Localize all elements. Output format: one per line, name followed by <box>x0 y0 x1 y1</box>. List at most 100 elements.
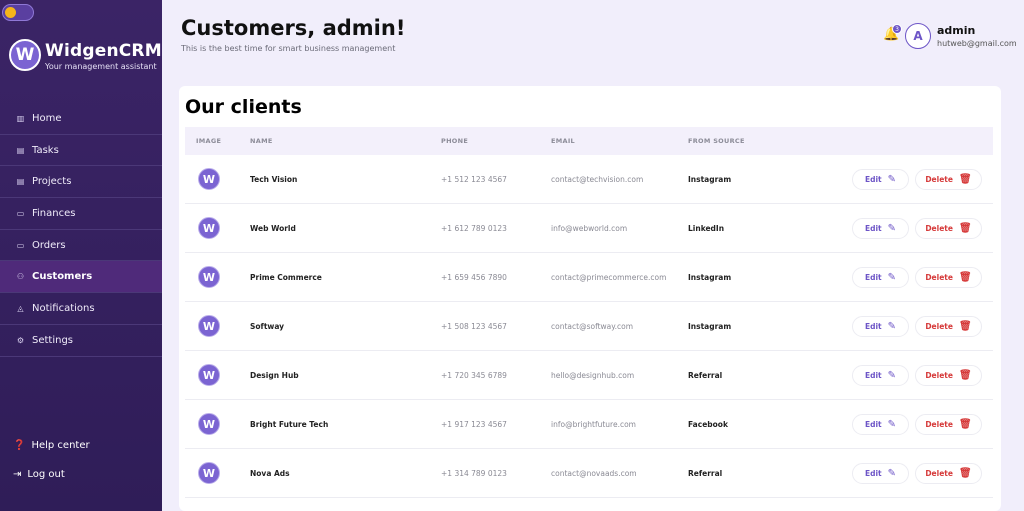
delete-label: Delete <box>925 175 953 184</box>
logo-icon: W <box>9 39 41 71</box>
delete-label: Delete <box>925 322 953 331</box>
client-name: Nova Ads <box>250 469 290 478</box>
client-source: Instagram <box>688 175 732 184</box>
sidebar-item-home[interactable]: ▥ Home <box>0 103 162 135</box>
trash-icon: 🗑 <box>958 370 972 381</box>
sidebar-item-orders[interactable]: ▭ Orders <box>0 230 162 262</box>
sidebar-item-tasks[interactable]: ▤ Tasks <box>0 135 162 167</box>
client-phone: +1 720 345 6789 <box>441 371 507 380</box>
column-header-source: FROM SOURCE <box>688 137 745 145</box>
sun-icon <box>5 7 16 18</box>
client-logo-icon: W <box>198 217 220 239</box>
edit-icon: ✎ <box>887 370 897 381</box>
edit-label: Edit <box>864 224 882 233</box>
client-name: Prime Commerce <box>250 273 322 282</box>
sidebar-item-label: Home <box>32 112 62 124</box>
sidebar-item-projects[interactable]: ▤ Projects <box>0 166 162 199</box>
theme-toggle[interactable] <box>2 4 34 21</box>
client-source: LinkedIn <box>688 224 725 233</box>
delete-button[interactable]: Delete 🗑 <box>915 218 982 239</box>
delete-label: Delete <box>925 371 953 380</box>
client-phone: +1 659 456 7890 <box>441 273 507 282</box>
client-source: Instagram <box>688 273 732 282</box>
clients-table-body: W Tech Vision +1 512 123 4567 contact@te… <box>185 155 993 498</box>
client-source: Facebook <box>688 420 728 429</box>
column-header-phone: PHONE <box>441 137 469 145</box>
logout-icon: ⇥ <box>13 469 22 480</box>
delete-button[interactable]: Delete 🗑 <box>915 169 982 190</box>
edit-label: Edit <box>864 322 882 331</box>
table-row: W Web World +1 612 789 0123 info@webworl… <box>185 204 993 253</box>
edit-icon: ✎ <box>887 419 897 430</box>
client-name: Bright Future Tech <box>250 420 329 429</box>
table-row: W Nova Ads +1 314 789 0123 contact@novaa… <box>185 449 993 498</box>
sidebar: W WidgenCRM Your management assistant ▥ … <box>0 0 162 511</box>
edit-button[interactable]: Edit ✎ <box>852 463 909 484</box>
column-header-image: IMAGE <box>196 137 222 145</box>
edit-icon: ✎ <box>887 468 897 479</box>
client-name: Design Hub <box>250 371 299 380</box>
sidebar-item-settings[interactable]: ⚙ Settings <box>0 325 162 357</box>
client-logo-icon: W <box>198 462 220 484</box>
edit-label: Edit <box>864 273 882 282</box>
user-email: hutweb@gmail.com <box>937 39 1017 48</box>
sidebar-item-label: Finances <box>32 207 76 219</box>
client-name: Tech Vision <box>250 175 298 184</box>
clients-title: Our clients <box>185 96 302 118</box>
edit-button[interactable]: Edit ✎ <box>852 218 909 239</box>
edit-button[interactable]: Edit ✎ <box>852 414 909 435</box>
logout-link[interactable]: ⇥ Log out <box>13 469 65 480</box>
client-phone: +1 917 123 4567 <box>441 420 507 429</box>
delete-button[interactable]: Delete 🗑 <box>915 414 982 435</box>
edit-icon: ✎ <box>887 321 897 332</box>
edit-button[interactable]: Edit ✎ <box>852 316 909 337</box>
projects-icon: ▤ <box>16 177 25 187</box>
sidebar-item-label: Customers <box>32 271 93 283</box>
trash-icon: 🗑 <box>958 272 972 283</box>
table-row: W Softway +1 508 123 4567 contact@softwa… <box>185 302 993 351</box>
client-source: Referral <box>688 371 723 380</box>
user-name: admin <box>937 24 976 37</box>
delete-button[interactable]: Delete 🗑 <box>915 267 982 288</box>
delete-button[interactable]: Delete 🗑 <box>915 365 982 386</box>
help-center-link[interactable]: ❓ Help center <box>13 440 90 451</box>
edit-button[interactable]: Edit ✎ <box>852 169 909 190</box>
table-row: W Prime Commerce +1 659 456 7890 contact… <box>185 253 993 302</box>
sidebar-item-notifications[interactable]: ◬ Notifications <box>0 293 162 325</box>
client-email: contact@softway.com <box>551 322 634 331</box>
avatar[interactable]: A <box>905 23 931 49</box>
brand-tagline: Your management assistant <box>45 62 157 71</box>
column-header-email: EMAIL <box>551 137 575 145</box>
notification-badge: 3 <box>892 24 902 34</box>
edit-button[interactable]: Edit ✎ <box>852 267 909 288</box>
edit-button[interactable]: Edit ✎ <box>852 365 909 386</box>
delete-button[interactable]: Delete 🗑 <box>915 316 982 337</box>
client-name: Web World <box>250 224 296 233</box>
client-logo-icon: W <box>198 413 220 435</box>
sidebar-nav: ▥ Home ▤ Tasks ▤ Projects ▭ Finances ▭ O… <box>0 103 162 357</box>
client-email: contact@novaads.com <box>551 469 637 478</box>
sidebar-item-label: Tasks <box>32 144 59 156</box>
gear-icon: ⚙ <box>16 335 25 345</box>
edit-icon: ✎ <box>887 223 897 234</box>
client-phone: +1 508 123 4567 <box>441 322 507 331</box>
table-header: IMAGE NAME PHONE EMAIL FROM SOURCE <box>185 127 993 155</box>
help-icon: ❓ <box>13 440 26 451</box>
client-email: info@webworld.com <box>551 224 628 233</box>
client-phone: +1 612 789 0123 <box>441 224 507 233</box>
page-title: Customers, admin! <box>181 16 406 40</box>
finances-icon: ▭ <box>16 208 25 218</box>
sidebar-item-label: Settings <box>32 334 74 346</box>
sidebar-item-customers[interactable]: ⚇ Customers <box>0 261 162 294</box>
edit-label: Edit <box>864 175 882 184</box>
client-phone: +1 512 123 4567 <box>441 175 507 184</box>
trash-icon: 🗑 <box>958 174 972 185</box>
client-email: contact@techvision.com <box>551 175 644 184</box>
trash-icon: 🗑 <box>958 468 972 479</box>
page-subtitle: This is the best time for smart business… <box>181 44 396 53</box>
sidebar-item-label: Notifications <box>32 302 95 314</box>
client-email: hello@designhub.com <box>551 371 635 380</box>
delete-button[interactable]: Delete 🗑 <box>915 463 982 484</box>
column-header-name: NAME <box>250 137 273 145</box>
sidebar-item-finances[interactable]: ▭ Finances <box>0 198 162 230</box>
